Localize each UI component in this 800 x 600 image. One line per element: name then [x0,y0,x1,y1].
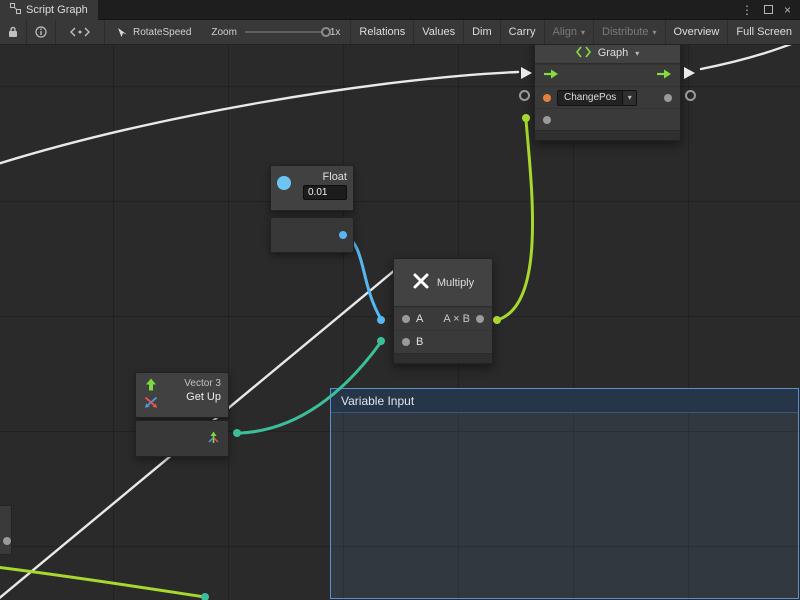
float-body [270,217,354,253]
float-type-icon [277,176,291,190]
graph-input-row [535,108,680,130]
node-graph-unit[interactable]: Graph ▾ [534,30,681,141]
window-titlebar: Script Graph ⋮ × [0,0,800,20]
graph-unit-title: Graph [598,47,629,59]
toolbar-button-overview[interactable]: Overview [665,20,728,44]
toolbar-button-carry[interactable]: Carry [500,20,544,44]
zoom-value: 1x [330,27,341,38]
vector3-type-label: Vector 3 [184,378,221,389]
code-toggle-button[interactable] [56,20,105,44]
wire-flow-in [0,72,518,168]
flow-arrow-in-icon [521,67,532,79]
script-graph-icon [10,3,21,17]
graph-toolbar: RotateSpeed Zoom 1x Relations Values Dim… [0,20,800,45]
variable-dropdown-value: ChangePos [558,92,622,103]
wire-start-teal [233,429,241,437]
float-header[interactable]: Float 0.01 [270,165,354,211]
code-icon [70,27,90,37]
node-vector3-get-up[interactable]: Vector 3 Get Up [135,372,229,457]
maximize-icon[interactable] [764,5,773,14]
node-multiply[interactable]: Multiply A A × B B [393,258,493,364]
wire-end-bottom [201,593,209,600]
flow-out-arrow-icon[interactable] [656,69,672,82]
graph-pointer-label: RotateSpeed [133,27,191,38]
variable-port[interactable] [543,94,551,102]
flow-in-arrow-icon[interactable] [543,69,559,82]
pointer-icon [117,27,128,38]
port-a[interactable] [402,315,410,323]
window-controls: ⋮ × [741,3,800,17]
graph-icon [576,46,591,61]
cross-arrows-icon [143,396,159,411]
partial-node[interactable] [0,505,12,555]
port-b-label: B [416,336,423,348]
toolbar-button-distribute: Distribute ▾ [593,20,664,44]
tab-title: Script Graph [26,4,88,16]
input-port[interactable] [543,116,551,124]
arrow-up-icon [145,378,157,394]
float-title: Float [323,171,347,183]
graph-variable-row: ChangePos ▾ [535,86,680,108]
variable-dropdown[interactable]: ChangePos ▾ [557,90,637,106]
tab-script-graph[interactable]: Script Graph [0,0,98,20]
output-port[interactable] [664,94,672,102]
wire-bottom-left [0,566,205,597]
toolbar-button-dim[interactable]: Dim [463,20,500,44]
graph-pointer[interactable]: RotateSpeed [117,27,191,38]
chevron-down-icon: ▾ [622,91,636,105]
chevron-down-icon: ▾ [653,28,657,37]
vector3-body [135,420,229,457]
zoom-slider-knob[interactable] [321,27,331,37]
toolbar-button-align: Align ▾ [544,20,593,44]
chevron-down-icon: ▾ [581,28,585,37]
script-graph-window: Variable Input Graph ▾ [0,0,800,600]
port-result-label: A × B [443,313,470,325]
group-title: Variable Input [341,394,414,408]
float-value-input[interactable]: 0.01 [303,185,347,200]
unconnected-port-right[interactable] [685,90,696,101]
vector3-title: Get Up [186,391,221,403]
lock-button[interactable] [0,20,27,44]
wire-multiply-to-graph [497,120,533,320]
node-footer [394,353,492,363]
multiply-header[interactable]: Multiply [394,259,492,307]
wire-end-teal [377,337,385,345]
group-header[interactable]: Variable Input [331,389,798,413]
flow-arrow-out-icon [684,67,695,79]
close-icon[interactable]: × [784,3,791,17]
vector3-output-icon[interactable] [207,431,220,447]
info-icon [35,26,47,38]
multiply-icon [412,272,430,293]
node-float[interactable]: Float 0.01 [270,165,354,253]
toolbar-buttons: Relations Values Dim Carry Align ▾ Distr… [350,20,800,44]
zoom-slider-track [245,31,322,33]
vector3-header[interactable]: Vector 3 Get Up [135,372,229,418]
zoom-slider[interactable] [245,26,322,38]
graph-canvas[interactable]: Variable Input Graph ▾ [0,0,800,600]
toolbar-button-values[interactable]: Values [413,20,463,44]
port-result[interactable] [476,315,484,323]
multiply-row-b: B [394,330,492,353]
graph-flow-row [535,64,680,86]
toolbar-button-relations[interactable]: Relations [350,20,413,44]
port-b[interactable] [402,338,410,346]
partial-node-port[interactable] [3,537,11,545]
lock-icon [8,26,18,38]
group-variable-input[interactable]: Variable Input [330,388,799,599]
float-output-port[interactable] [339,231,347,239]
multiply-title: Multiply [437,277,474,289]
chevron-down-icon: ▾ [635,49,639,58]
wire-end-lime [522,114,530,122]
wire-start-lime [493,316,501,324]
wire-end-blue [377,316,385,324]
zoom-label: Zoom [211,27,237,38]
menu-icon[interactable]: ⋮ [741,3,753,17]
node-footer [535,130,680,140]
info-button[interactable] [27,20,56,44]
multiply-row-a: A A × B [394,307,492,330]
toolbar-button-full-screen[interactable]: Full Screen [727,20,800,44]
unconnected-port-left[interactable] [519,90,530,101]
port-a-label: A [416,313,423,325]
